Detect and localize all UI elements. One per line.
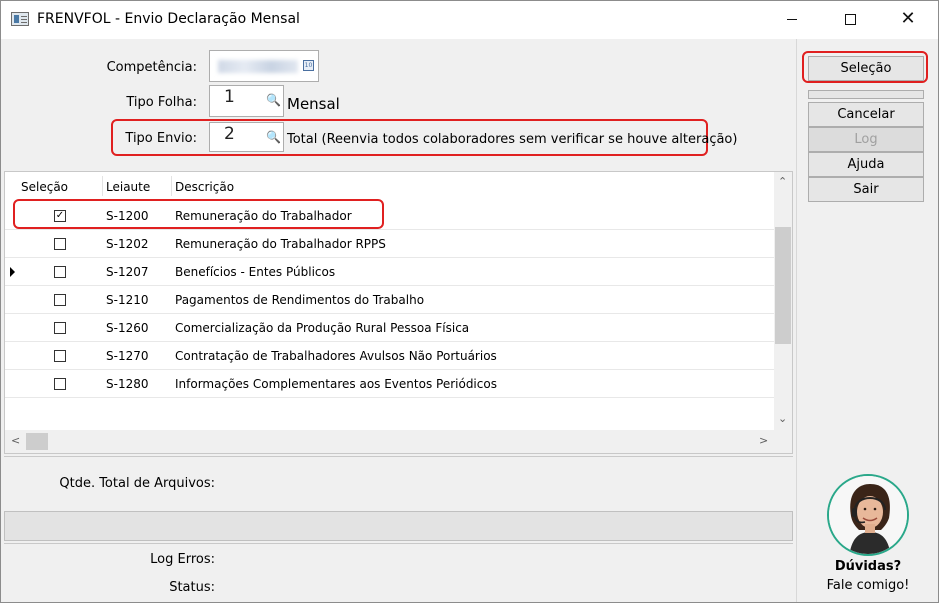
horizontal-scrollbar[interactable]: < > [5, 430, 792, 453]
row-checkbox[interactable] [54, 322, 66, 334]
column-header-descricao[interactable]: Descrição [175, 180, 234, 194]
calendar-icon[interactable]: 10 [303, 60, 314, 71]
highlight-row-s1200 [13, 199, 384, 229]
form-panel: Competência: 10 Tipo Folha: 1 🔍 Mensal T… [2, 39, 795, 602]
tipo-envio-value: 2 [224, 124, 235, 144]
tipo-folha-desc: Mensal [287, 95, 340, 113]
current-row-indicator-icon [10, 267, 15, 277]
table-row[interactable]: S-1260 Comercialização da Produção Rural… [5, 314, 774, 342]
grid-header: Seleção Leiaute Descrição [5, 172, 774, 199]
row-checkbox[interactable] [54, 350, 66, 362]
scroll-down-icon[interactable]: ⌄ [778, 412, 787, 425]
column-header-selecao[interactable]: Seleção [21, 180, 68, 194]
vertical-scrollbar[interactable]: ⌃ ⌄ [774, 172, 792, 430]
row-descricao: Informações Complementares aos Eventos P… [175, 377, 497, 391]
row-leiaute: S-1210 [106, 293, 149, 307]
row-checkbox[interactable] [54, 378, 66, 390]
row-checkbox[interactable] [54, 266, 66, 278]
assistant-avatar[interactable] [827, 474, 909, 556]
row-leiaute: S-1270 [106, 349, 149, 363]
close-button[interactable]: ✕ [885, 1, 931, 37]
assistant-photo [829, 476, 907, 554]
search-icon[interactable]: 🔍 [266, 130, 281, 144]
table-row[interactable]: S-1202 Remuneração do Trabalhador RPPS [5, 230, 774, 258]
divider [4, 456, 793, 457]
help-question: Dúvidas? [834, 559, 902, 574]
selecao-button[interactable]: Seleção [808, 56, 924, 81]
tipo-envio-field[interactable]: 2 🔍 [209, 122, 284, 152]
row-checkbox[interactable] [54, 294, 66, 306]
table-row[interactable]: S-1270 Contratação de Trabalhadores Avul… [5, 342, 774, 370]
row-descricao: Pagamentos de Rendimentos do Trabalho [175, 293, 425, 307]
tipo-folha-field[interactable]: 1 🔍 [209, 85, 284, 117]
minimize-icon [787, 18, 797, 20]
scroll-left-icon[interactable]: < [11, 434, 20, 447]
horizontal-scroll-thumb[interactable] [26, 433, 48, 450]
status-label: Status: [169, 580, 215, 595]
divider [4, 543, 793, 544]
window-title: FRENVFOL - Envio Declaração Mensal [37, 11, 300, 27]
title-bar: FRENVFOL - Envio Declaração Mensal ✕ [1, 1, 938, 39]
cancelar-button[interactable]: Cancelar [808, 102, 924, 127]
log-erros-label: Log Erros: [150, 552, 215, 567]
table-row[interactable]: S-1207 Benefícios - Entes Públicos [5, 258, 774, 286]
competencia-value-blurred [218, 60, 298, 73]
row-descricao: Remuneração do Trabalhador RPPS [175, 237, 386, 251]
competencia-label: Competência: [106, 60, 197, 75]
app-icon [11, 12, 29, 26]
tipo-envio-label: Tipo Envio: [125, 131, 197, 146]
maximize-button[interactable] [827, 1, 873, 37]
table-row[interactable]: S-1280 Informações Complementares aos Ev… [5, 370, 774, 398]
row-descricao: Comercialização da Produção Rural Pessoa… [175, 321, 470, 335]
sair-button[interactable]: Sair [808, 177, 924, 202]
maximize-icon [844, 13, 856, 25]
search-icon[interactable]: 🔍 [266, 93, 281, 107]
row-descricao: Benefícios - Entes Públicos [175, 265, 336, 279]
tipo-folha-value: 1 [224, 87, 235, 107]
button-spacer [808, 90, 924, 99]
tipo-folha-label: Tipo Folha: [126, 95, 197, 110]
row-leiaute: S-1280 [106, 377, 149, 391]
row-leiaute: S-1202 [106, 237, 149, 251]
actions-panel: Seleção Cancelar Log Ajuda Sair Dúvidas?… [796, 39, 938, 602]
tipo-envio-desc: Total (Reenvia todos colaboradores sem v… [287, 132, 738, 147]
column-separator [171, 176, 172, 196]
progress-bar [4, 511, 793, 541]
minimize-button[interactable] [769, 1, 815, 37]
row-checkbox[interactable] [54, 238, 66, 250]
help-subtitle: Fale comigo! [826, 578, 910, 593]
row-descricao: Contratação de Trabalhadores Avulsos Não… [175, 349, 497, 363]
ajuda-button[interactable]: Ajuda [808, 152, 924, 177]
scroll-up-icon[interactable]: ⌃ [778, 175, 787, 188]
qtde-label: Qtde. Total de Arquivos: [59, 476, 215, 491]
log-button[interactable]: Log [808, 127, 924, 152]
main-window: FRENVFOL - Envio Declaração Mensal ✕ Com… [0, 0, 939, 603]
row-leiaute: S-1260 [106, 321, 149, 335]
scroll-right-icon[interactable]: > [759, 434, 768, 447]
column-separator [102, 176, 103, 196]
close-icon: ✕ [900, 8, 916, 29]
column-header-leiaute[interactable]: Leiaute [106, 180, 150, 194]
row-leiaute: S-1207 [106, 265, 149, 279]
table-row[interactable]: S-1210 Pagamentos de Rendimentos do Trab… [5, 286, 774, 314]
vertical-scroll-thumb[interactable] [775, 227, 791, 344]
competencia-field[interactable]: 10 [209, 50, 319, 82]
